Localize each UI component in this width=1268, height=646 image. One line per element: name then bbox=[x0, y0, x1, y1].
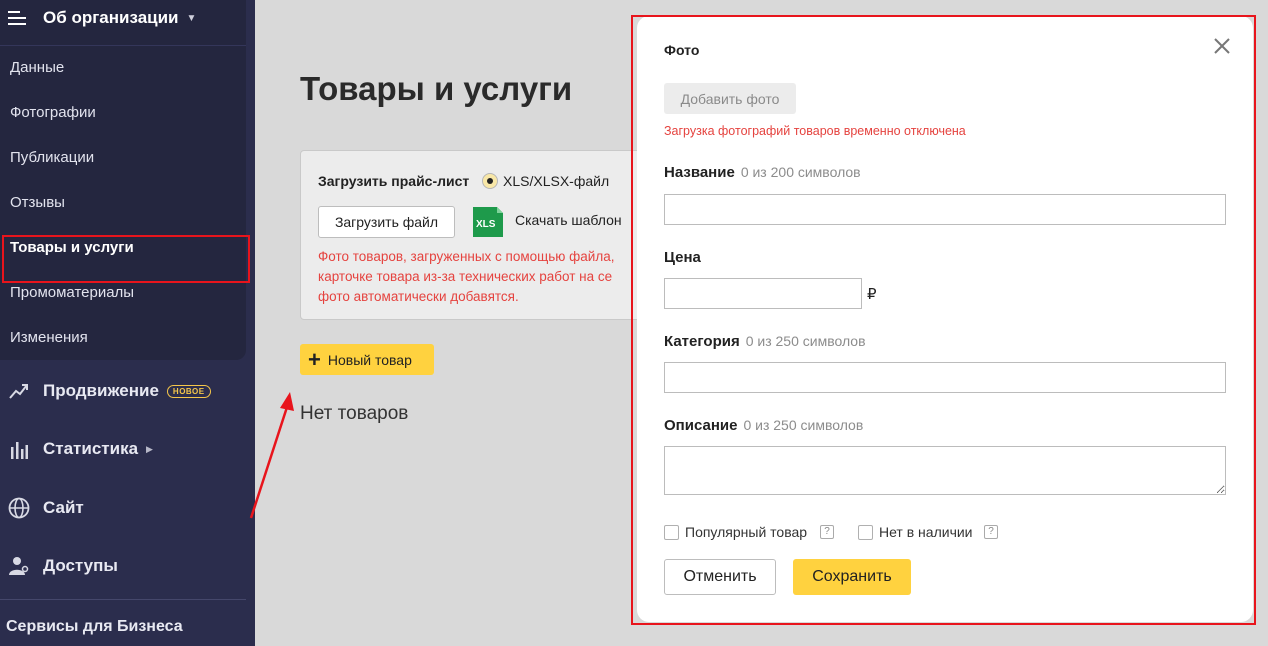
new-item-button[interactable]: + Новый товар bbox=[300, 344, 434, 375]
warning-line: фото автоматически добавятся. bbox=[318, 289, 519, 304]
org-section-title: Об организации bbox=[43, 8, 179, 27]
sidebar-item-photos[interactable]: Фотографии bbox=[10, 104, 96, 121]
caret-down-icon: ▼ bbox=[186, 12, 197, 24]
price-list-upload-card: Загрузить прайс-лист XLS/XLSX-файл Загру… bbox=[300, 150, 660, 320]
sidebar-item-publications[interactable]: Публикации bbox=[10, 149, 94, 166]
sidebar-section-site[interactable]: Сайт bbox=[8, 497, 84, 519]
sidebar-item-promo[interactable]: Промоматериалы bbox=[10, 284, 134, 301]
upload-file-button[interactable]: Загрузить файл bbox=[318, 206, 455, 238]
divider bbox=[0, 599, 246, 600]
stats-icon bbox=[8, 438, 30, 460]
sidebar-item-reviews[interactable]: Отзывы bbox=[10, 194, 65, 211]
business-services-link[interactable]: Сервисы для Бизнеса bbox=[6, 618, 183, 636]
chevron-right-icon: ▶ bbox=[146, 443, 153, 454]
org-section-header[interactable]: Об организации ▼ bbox=[8, 6, 196, 30]
page-title: Товары и услуги bbox=[300, 70, 573, 107]
section-label: Сайт bbox=[43, 498, 84, 517]
format-radio-label: XLS/XLSX-файл bbox=[503, 173, 610, 189]
sidebar-section-statistics[interactable]: Статистика ▶ bbox=[8, 438, 153, 460]
highlight-box-modal bbox=[631, 15, 1256, 625]
sidebar-section-promotion[interactable]: Продвижение НОВОЕ bbox=[8, 380, 211, 402]
globe-icon bbox=[8, 497, 30, 519]
user-key-icon bbox=[8, 555, 30, 577]
annotation-arrow bbox=[249, 392, 294, 519]
sidebar-item-changes[interactable]: Изменения bbox=[10, 329, 88, 346]
sidebar-item-data[interactable]: Данные bbox=[10, 59, 64, 76]
sidebar: Об организации ▼ Данные Фотографии Публи… bbox=[0, 0, 255, 646]
section-label: Продвижение bbox=[43, 381, 159, 400]
warning-line: карточке товара из-за технических работ … bbox=[318, 269, 613, 284]
new-item-label: Новый товар bbox=[327, 351, 412, 368]
format-radio[interactable] bbox=[482, 173, 498, 189]
highlight-box-sidebar bbox=[2, 235, 250, 283]
trend-icon bbox=[8, 380, 30, 402]
empty-state-text: Нет товаров bbox=[300, 403, 409, 424]
section-label: Доступы bbox=[43, 556, 118, 575]
download-template-button[interactable]: Скачать шаблон bbox=[515, 212, 622, 228]
xls-badge-text: XLS bbox=[476, 219, 496, 230]
sidebar-section-access[interactable]: Доступы bbox=[8, 555, 118, 577]
warning-line: Фото товаров, загруженных с помощью файл… bbox=[318, 249, 615, 264]
new-badge: НОВОЕ bbox=[166, 384, 211, 398]
org-nav-block: Об организации ▼ Данные Фотографии Публи… bbox=[0, 0, 246, 360]
xls-file-icon: XLS bbox=[473, 207, 503, 237]
plus-icon: + bbox=[308, 346, 321, 372]
divider bbox=[0, 45, 246, 46]
section-label: Статистика bbox=[43, 439, 139, 458]
upload-warning: Фото товаров, загруженных с помощью файл… bbox=[318, 247, 658, 307]
upload-label: Загрузить прайс-лист bbox=[318, 173, 470, 189]
menu-icon bbox=[8, 11, 26, 25]
